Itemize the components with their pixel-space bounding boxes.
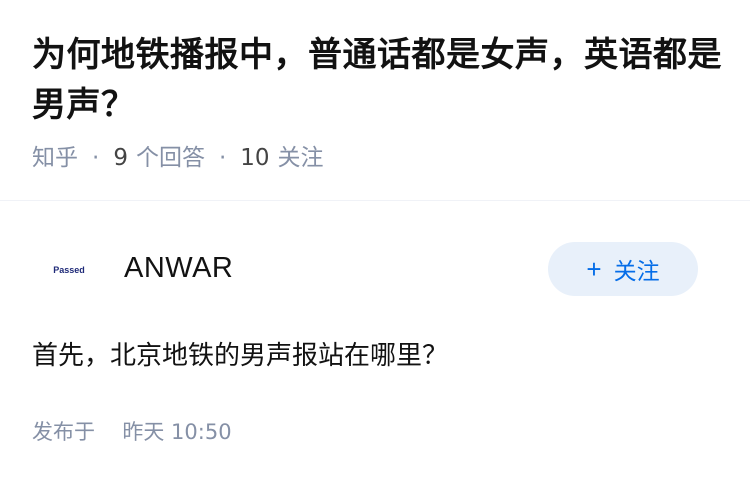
separator-dot: ·: [218, 145, 227, 171]
follow-button-label: 关注: [613, 258, 660, 284]
answer-content[interactable]: 首先，北京地铁的男声报站在哪里？: [32, 334, 448, 378]
avatar[interactable]: Passed: [34, 250, 104, 290]
question-title[interactable]: 为何地铁播报中，普通话都是女声，英语都是男声？: [32, 30, 722, 130]
author-name[interactable]: ANWAR: [124, 248, 233, 288]
section-divider: [0, 200, 750, 201]
separator-dot: ·: [92, 145, 100, 171]
published-time: 昨天 10:50: [122, 420, 232, 444]
follow-button[interactable]: + 关注: [548, 242, 698, 296]
published-label: 发布于: [32, 420, 95, 444]
source-label[interactable]: 知乎: [32, 140, 78, 176]
author-row: Passed ANWAR + 关注: [0, 240, 750, 298]
answer-footer: 发布于 昨天 10:50: [32, 414, 232, 450]
avatar-logo-text: Passed: [53, 265, 85, 275]
answer-count: 9: [113, 145, 128, 171]
question-header: 为何地铁播报中，普通话都是女声，英语都是男声？ 知乎 · 9 个回答 · 10 …: [32, 30, 722, 176]
question-meta: 知乎 · 9 个回答 · 10 关注: [32, 140, 722, 176]
plus-icon: +: [586, 254, 602, 284]
follower-count-label: 关注: [277, 145, 324, 171]
follower-count: 10: [240, 145, 270, 171]
answer-count-label: 个回答: [135, 145, 205, 171]
